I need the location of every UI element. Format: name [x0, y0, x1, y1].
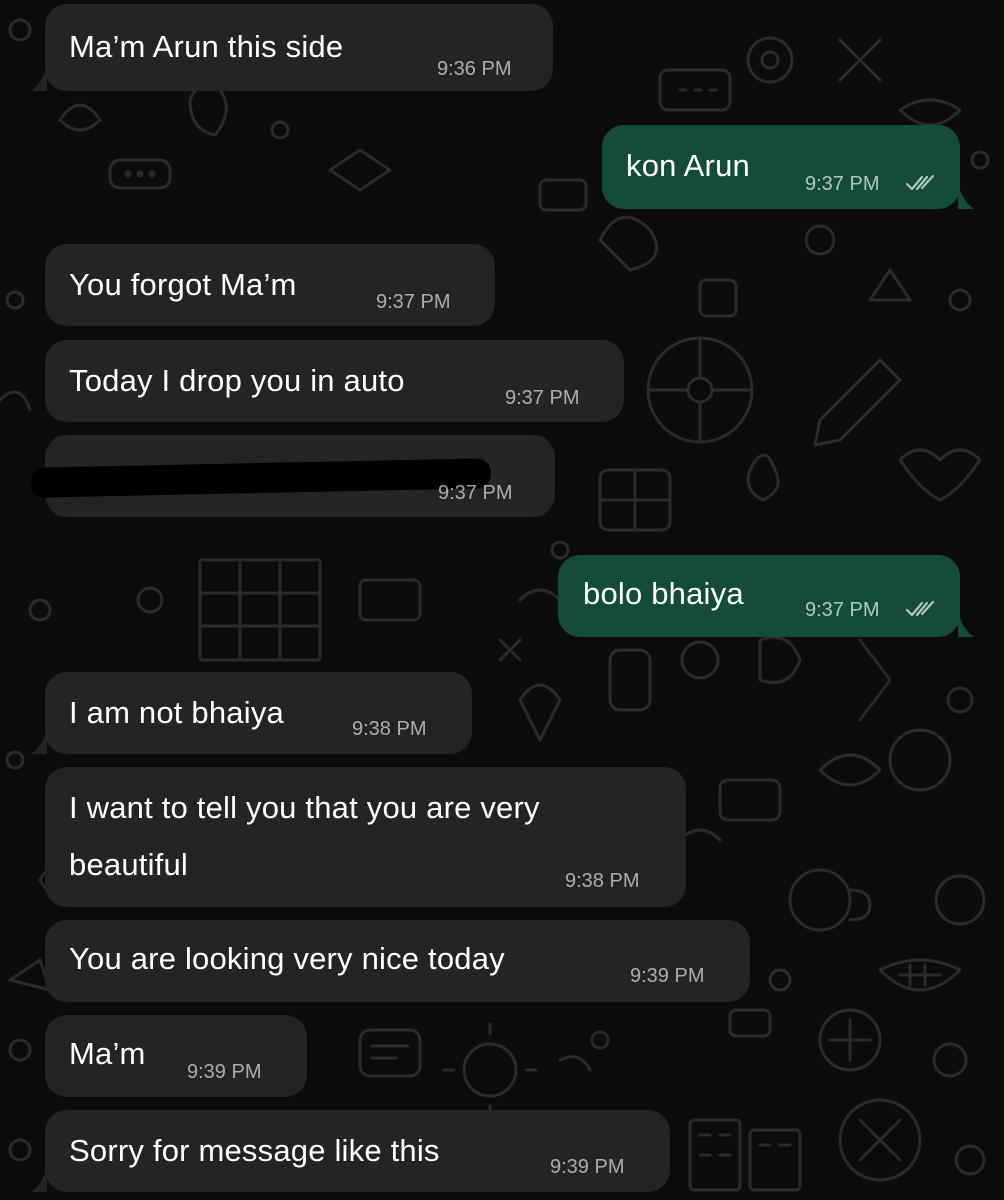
message-bubble-incoming[interactable]: Sorry for message like this 9:39 PM	[31, 1110, 670, 1192]
bubble-tail	[31, 1166, 47, 1192]
message-text: Ma’m	[69, 1036, 146, 1071]
message-bubble-incoming[interactable]: You forgot Ma’m 9:37 PM	[45, 244, 495, 326]
message-bubble-incoming[interactable]: Ma’m Arun this side 9:36 PM	[31, 4, 553, 91]
message-timestamp: 9:37 PM	[805, 173, 880, 195]
message-list[interactable]: Ma’m Arun this side 9:36 PM kon Arun 9:3…	[0, 0, 1004, 1200]
message-timestamp: 9:39 PM	[630, 965, 705, 987]
message-timestamp: 9:39 PM	[187, 1061, 262, 1083]
message-timestamp: 9:38 PM	[352, 718, 427, 740]
bubble-tail	[958, 183, 974, 209]
bubble-tail	[31, 65, 47, 91]
message-text: Today I drop you in auto	[69, 363, 405, 398]
bubble-tail	[958, 611, 974, 637]
message-bubble-incoming[interactable]: I want to tell you that you are very bea…	[45, 767, 686, 907]
read-ticks-icon	[905, 174, 935, 191]
message-text: I am not bhaiya	[69, 695, 284, 730]
message-timestamp: 9:38 PM	[565, 870, 640, 892]
message-text: kon Arun	[626, 148, 750, 183]
message-text: You are looking very nice today	[69, 941, 505, 976]
message-bubble-incoming[interactable]: Ma’m 9:39 PM	[45, 1015, 307, 1097]
message-timestamp: 9:39 PM	[550, 1156, 625, 1178]
message-text-line: beautiful	[69, 847, 189, 882]
message-timestamp: 9:36 PM	[437, 58, 512, 80]
message-timestamp: 9:37 PM	[438, 482, 513, 504]
message-text: Ma’m Arun this side	[69, 29, 344, 64]
message-timestamp: 9:37 PM	[376, 291, 451, 313]
message-bubble-incoming[interactable]: I am not bhaiya 9:38 PM	[31, 672, 472, 754]
message-timestamp: 9:37 PM	[505, 387, 580, 409]
message-bubble-incoming[interactable]: You are looking very nice today 9:39 PM	[45, 920, 750, 1002]
message-text-line: I want to tell you that you are very	[69, 790, 540, 825]
message-text: Sorry for message like this	[69, 1133, 440, 1168]
message-bubble-incoming[interactable]: 9:37 PM	[30, 435, 555, 517]
redacted-text	[30, 458, 492, 498]
message-bubble-outgoing[interactable]: kon Arun 9:37 PM	[602, 125, 974, 209]
message-bubble-incoming[interactable]: Today I drop you in auto 9:37 PM	[45, 340, 624, 422]
read-ticks-icon	[905, 600, 935, 617]
message-text: bolo bhaiya	[583, 576, 744, 611]
message-text: You forgot Ma’m	[69, 267, 297, 302]
message-bubble-outgoing[interactable]: bolo bhaiya 9:37 PM	[558, 555, 974, 637]
bubble-tail	[31, 728, 47, 754]
message-timestamp: 9:37 PM	[805, 599, 880, 621]
